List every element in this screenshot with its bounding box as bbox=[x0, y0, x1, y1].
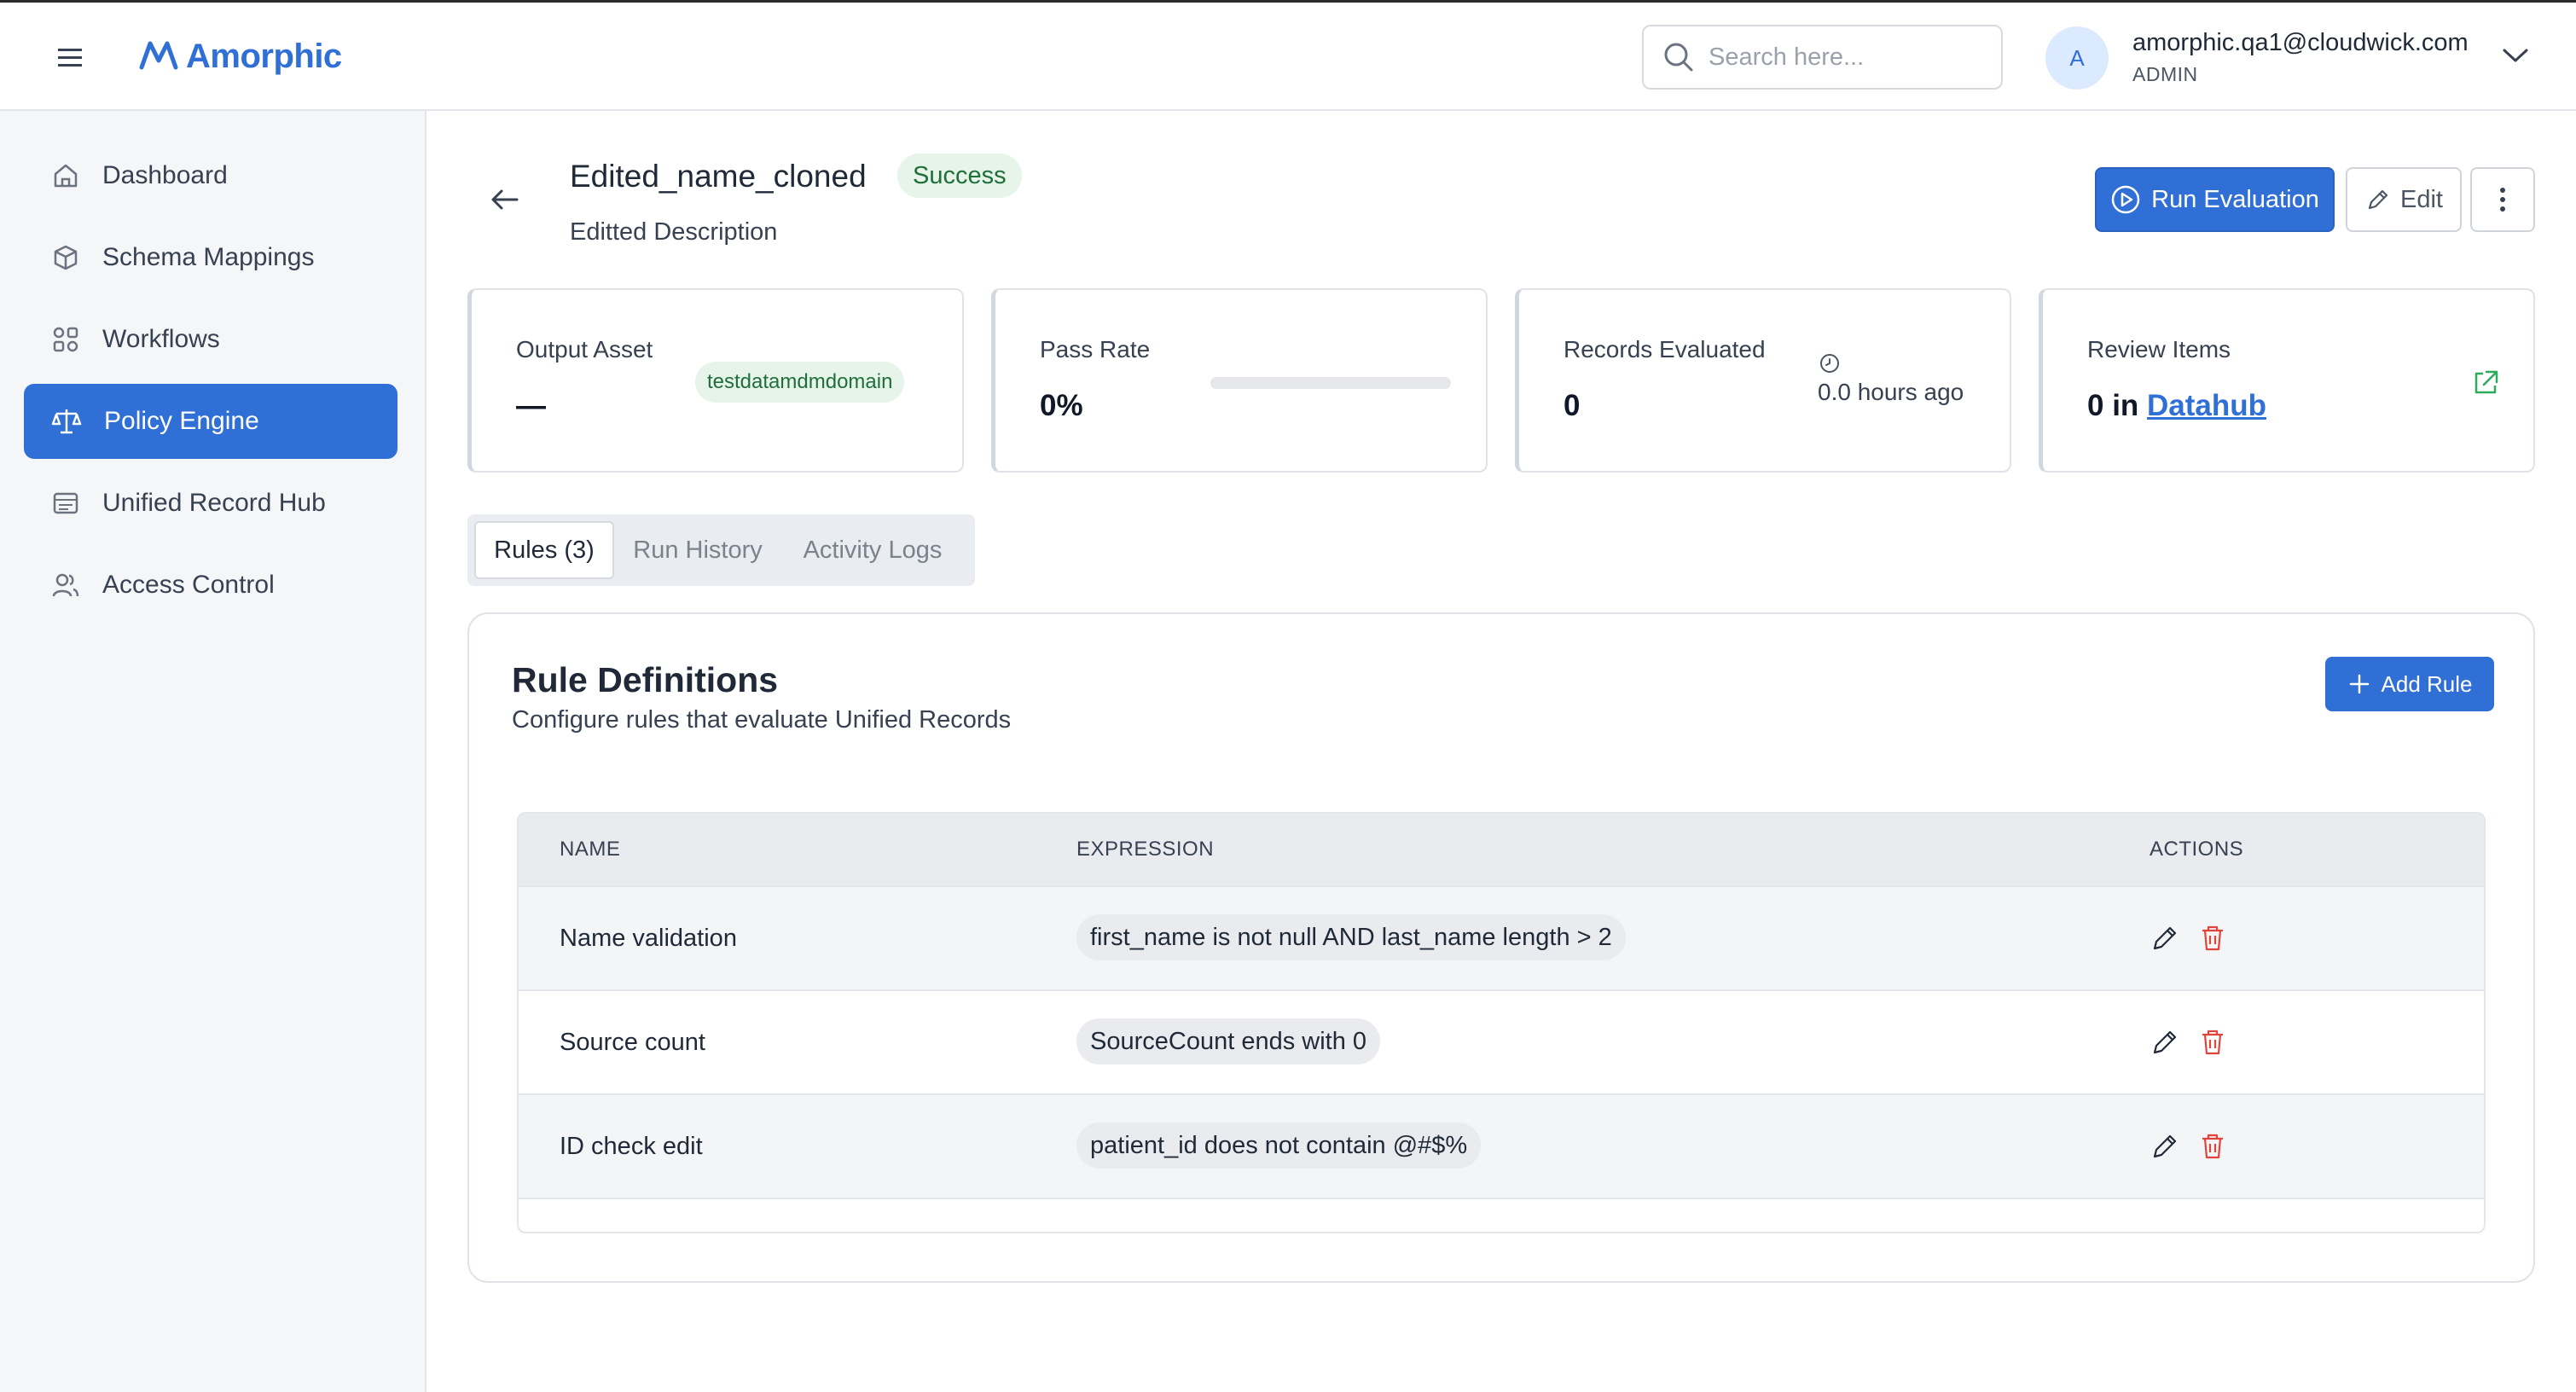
add-rule-button[interactable]: Add Rule bbox=[2325, 657, 2494, 711]
sidebar-item-schema-mappings[interactable]: Schema Mappings bbox=[24, 220, 397, 295]
card-value: 0 bbox=[1564, 389, 1581, 422]
output-asset-card: Output Asset — testdatamdmdomain bbox=[467, 288, 964, 473]
page-description: Editted Description bbox=[570, 218, 778, 246]
rule-name: Source count bbox=[560, 1029, 705, 1056]
sidebar-item-label: Dashboard bbox=[102, 161, 228, 189]
search-icon bbox=[1664, 43, 1693, 72]
datahub-link[interactable]: Datahub bbox=[2147, 389, 2266, 422]
sidebar-item-workflows[interactable]: Workflows bbox=[24, 302, 397, 377]
rule-expression: SourceCount ends with 0 bbox=[1076, 1018, 1381, 1064]
cube-icon bbox=[54, 245, 78, 270]
table-header: NAME EXPRESSION ACTIONS bbox=[519, 814, 2484, 885]
search-box[interactable] bbox=[1642, 25, 2003, 90]
edit-label: Edit bbox=[2400, 185, 2443, 213]
edit-icon[interactable] bbox=[2150, 1131, 2180, 1162]
brand-name: Amorphic bbox=[186, 37, 342, 75]
avatar[interactable]: A bbox=[2045, 26, 2109, 90]
external-link-icon[interactable] bbox=[2469, 367, 2502, 399]
add-rule-label: Add Rule bbox=[2381, 670, 2473, 697]
table-row[interactable]: Name validation first_name is not null A… bbox=[519, 885, 2484, 989]
card-label: Records Evaluated bbox=[1564, 336, 1766, 362]
pass-rate-progress-bar bbox=[1210, 377, 1451, 389]
card-label: Pass Rate bbox=[1040, 336, 1151, 362]
amorphic-logo-icon bbox=[139, 41, 178, 70]
scale-icon bbox=[51, 409, 82, 434]
rule-expression: first_name is not null AND last_name len… bbox=[1076, 914, 1626, 960]
trash-icon[interactable] bbox=[2197, 1131, 2228, 1162]
panel-subtitle: Configure rules that evaluate Unified Re… bbox=[512, 706, 1012, 734]
table-row[interactable]: Source count SourceCount ends with 0 bbox=[519, 989, 2484, 1093]
pass-rate-card: Pass Rate 0% bbox=[991, 288, 1488, 473]
page-title: Edited_name_cloned bbox=[570, 159, 867, 194]
review-count: 0 in bbox=[2087, 389, 2139, 422]
user-email: amorphic.qa1@cloudwick.com bbox=[2132, 29, 2469, 56]
back-arrow-icon[interactable] bbox=[488, 186, 522, 213]
card-value: 0 in Datahub bbox=[2087, 389, 2266, 423]
domain-chip[interactable]: testdatamdmdomain bbox=[695, 362, 905, 403]
menu-icon[interactable] bbox=[55, 44, 89, 71]
run-evaluation-button[interactable]: Run Evaluation bbox=[2095, 167, 2335, 232]
trash-icon[interactable] bbox=[2197, 1027, 2228, 1058]
brand-logo[interactable]: Amorphic bbox=[138, 33, 342, 79]
card-value: 0% bbox=[1040, 389, 1083, 422]
status-badge: Success bbox=[897, 154, 1022, 198]
chevron-down-icon[interactable] bbox=[2501, 45, 2530, 66]
search-input[interactable] bbox=[1709, 43, 1981, 72]
table-row-empty bbox=[519, 1198, 2484, 1232]
sidebar-item-label: Workflows bbox=[102, 325, 220, 353]
sidebar-item-unified-record-hub[interactable]: Unified Record Hub bbox=[24, 466, 397, 541]
users-icon bbox=[52, 573, 79, 597]
tab-rules[interactable]: Rules (3) bbox=[474, 521, 614, 579]
rule-expression: patient_id does not contain @#$% bbox=[1076, 1122, 1482, 1169]
sidebar-item-label: Unified Record Hub bbox=[102, 489, 326, 517]
more-vertical-icon bbox=[2500, 188, 2505, 212]
card-label: Review Items bbox=[2087, 336, 2231, 362]
edit-icon[interactable] bbox=[2150, 923, 2180, 954]
sidebar-item-dashboard[interactable]: Dashboard bbox=[24, 138, 397, 213]
plus-icon bbox=[2349, 674, 2369, 694]
run-evaluation-label: Run Evaluation bbox=[2151, 185, 2319, 213]
edit-icon[interactable] bbox=[2150, 1027, 2180, 1058]
rule-name: Name validation bbox=[560, 925, 737, 952]
sidebar: Dashboard Schema Mappings Workflows Poli… bbox=[0, 111, 426, 1392]
card-value: — bbox=[516, 389, 546, 422]
tab-activity-logs[interactable]: Activity Logs bbox=[778, 521, 967, 579]
records-evaluated-card: Records Evaluated 0 0.0 hours ago bbox=[1515, 288, 2011, 473]
sidebar-item-policy-engine[interactable]: Policy Engine bbox=[24, 384, 397, 459]
last-evaluated-time: 0.0 hours ago bbox=[1818, 379, 1964, 405]
clock-icon bbox=[1820, 354, 1839, 373]
table-row[interactable]: ID check edit patient_id does not contai… bbox=[519, 1093, 2484, 1198]
tab-run-history[interactable]: Run History bbox=[621, 521, 775, 579]
home-icon bbox=[54, 164, 78, 188]
trash-icon[interactable] bbox=[2197, 923, 2228, 954]
column-header-actions: ACTIONS bbox=[2150, 838, 2244, 861]
rule-definitions-panel: Rule Definitions Configure rules that ev… bbox=[467, 612, 2535, 1283]
panel-title: Rule Definitions bbox=[512, 660, 779, 699]
column-header-expression: EXPRESSION bbox=[1076, 838, 1215, 861]
pencil-icon bbox=[2368, 189, 2388, 210]
review-items-card: Review Items 0 in Datahub bbox=[2039, 288, 2535, 473]
workflow-icon bbox=[53, 327, 78, 352]
records-icon bbox=[53, 492, 78, 514]
card-label: Output Asset bbox=[516, 336, 653, 362]
sidebar-item-label: Schema Mappings bbox=[102, 243, 315, 271]
user-role: ADMIN bbox=[2132, 63, 2198, 85]
edit-button[interactable]: Edit bbox=[2346, 167, 2462, 232]
sidebar-item-access-control[interactable]: Access Control bbox=[24, 548, 397, 623]
top-bar: Amorphic A amorphic.qa1@cloudwick.com AD… bbox=[0, 0, 2576, 111]
rules-table: NAME EXPRESSION ACTIONS Name validation … bbox=[517, 812, 2486, 1233]
sidebar-item-label: Access Control bbox=[102, 571, 275, 599]
more-options-button[interactable] bbox=[2470, 167, 2535, 232]
tab-bar: Rules (3) Run History Activity Logs bbox=[467, 514, 975, 586]
play-circle-icon bbox=[2111, 185, 2140, 214]
rule-name: ID check edit bbox=[560, 1133, 703, 1160]
column-header-name: NAME bbox=[560, 838, 621, 861]
sidebar-item-label: Policy Engine bbox=[104, 407, 259, 435]
